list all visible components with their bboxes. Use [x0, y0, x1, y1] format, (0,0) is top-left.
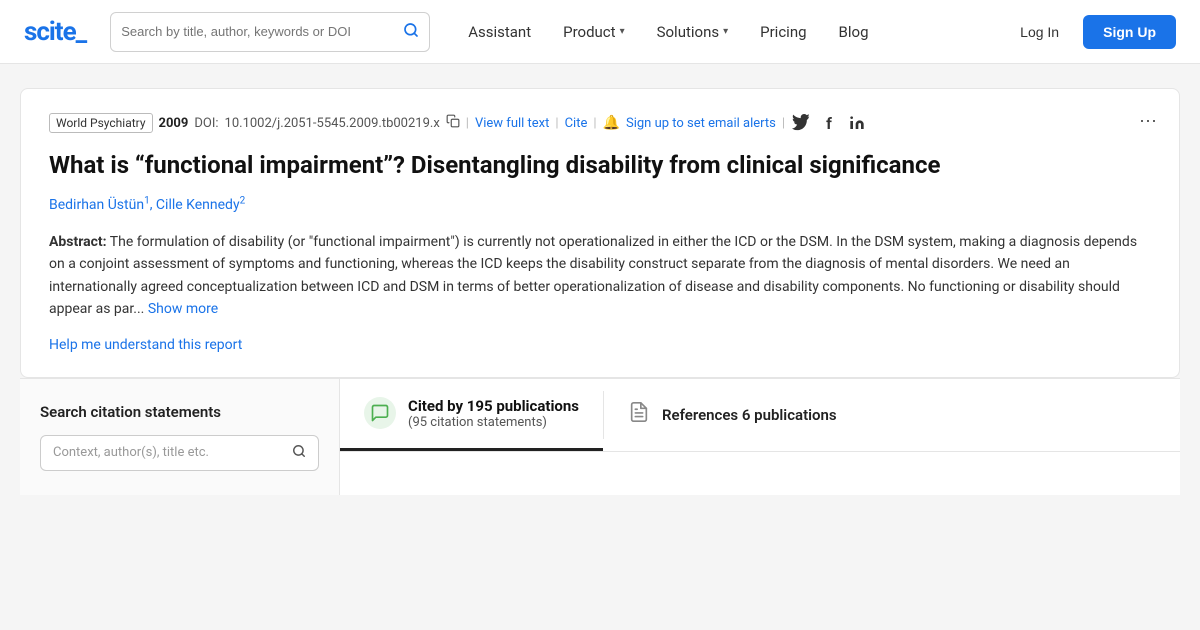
- citation-icon: [364, 397, 396, 429]
- linkedin-icon[interactable]: [847, 113, 867, 133]
- email-alerts-link[interactable]: Sign up to set email alerts: [626, 116, 776, 131]
- cite-link[interactable]: Cite: [565, 116, 588, 131]
- cited-by-tab-text: Cited by 195 publications (95 citation s…: [408, 397, 579, 430]
- chevron-down-icon: ▾: [723, 26, 728, 37]
- citations-panel: Cited by 195 publications (95 citation s…: [340, 379, 1180, 495]
- cited-by-label: Cited by 195 publications: [408, 397, 579, 415]
- nav-item-solutions[interactable]: Solutions ▾: [643, 15, 743, 49]
- tabs-row: Cited by 195 publications (95 citation s…: [340, 379, 1180, 452]
- social-links: f: [791, 113, 867, 133]
- navbar: scite_ Assistant Product ▾ Solutions ▾ P…: [0, 0, 1200, 64]
- more-options-button[interactable]: ⋯: [1139, 111, 1159, 132]
- search-input[interactable]: [121, 24, 399, 39]
- separator: |: [466, 116, 469, 131]
- article-card: ⋯ World Psychiatry 2009 DOI: 10.1002/j.2…: [20, 88, 1180, 378]
- copy-doi-icon[interactable]: [446, 114, 460, 132]
- abstract-label: Abstract:: [49, 234, 107, 250]
- help-link[interactable]: Help me understand this report: [49, 337, 242, 353]
- author-1[interactable]: Bedirhan Üstün1: [49, 197, 150, 213]
- separator: |: [555, 116, 558, 131]
- search-icon: [403, 22, 419, 42]
- author-2[interactable]: Cille Kennedy2: [156, 197, 245, 213]
- citation-search-input[interactable]: Context, author(s), title etc.: [40, 435, 319, 471]
- separator: |: [593, 116, 596, 131]
- chevron-down-icon: ▾: [620, 26, 625, 37]
- bell-icon: 🔔: [603, 115, 620, 131]
- twitter-icon[interactable]: [791, 113, 811, 133]
- bottom-section: Search citation statements Context, auth…: [20, 378, 1180, 495]
- nav-item-product[interactable]: Product ▾: [549, 15, 638, 49]
- abstract-text: Abstract: The formulation of disability …: [49, 231, 1151, 321]
- nav-item-pricing[interactable]: Pricing: [746, 15, 820, 49]
- article-doi: 10.1002/j.2051-5545.2009.tb00219.x: [225, 116, 440, 131]
- citation-search-sidebar: Search citation statements Context, auth…: [20, 379, 340, 495]
- article-doi-label: DOI:: [194, 116, 218, 131]
- article-title: What is “functional impairment”? Disenta…: [49, 149, 1151, 181]
- search-icon: [292, 444, 306, 462]
- article-authors[interactable]: Bedirhan Üstün1, Cille Kennedy2: [49, 195, 1151, 213]
- references-tab[interactable]: References 6 publications: [604, 379, 861, 451]
- citation-search-placeholder: Context, author(s), title etc.: [53, 445, 286, 460]
- sidebar-search-title: Search citation statements: [40, 403, 319, 421]
- signup-button[interactable]: Sign Up: [1083, 15, 1176, 49]
- nav-item-blog[interactable]: Blog: [825, 15, 883, 49]
- show-more-link[interactable]: Show more: [148, 301, 218, 317]
- cited-by-tab[interactable]: Cited by 195 publications (95 citation s…: [340, 379, 603, 451]
- facebook-icon[interactable]: f: [819, 113, 839, 133]
- view-full-text-link[interactable]: View full text: [475, 116, 549, 131]
- login-button[interactable]: Log In: [1004, 16, 1075, 48]
- site-logo[interactable]: scite_: [24, 17, 86, 47]
- references-icon: [628, 401, 650, 428]
- main-content: ⋯ World Psychiatry 2009 DOI: 10.1002/j.2…: [0, 64, 1200, 495]
- nav-actions: Log In Sign Up: [1004, 15, 1176, 49]
- search-bar[interactable]: [110, 12, 430, 52]
- cited-by-sublabel: (95 citation statements): [408, 415, 579, 430]
- article-meta: World Psychiatry 2009 DOI: 10.1002/j.205…: [49, 113, 1151, 133]
- separator: |: [782, 116, 785, 131]
- nav-links: Assistant Product ▾ Solutions ▾ Pricing …: [454, 15, 996, 49]
- nav-item-assistant[interactable]: Assistant: [454, 15, 545, 49]
- article-year: 2009: [159, 116, 189, 131]
- journal-tag: World Psychiatry: [49, 113, 153, 133]
- references-label: References 6 publications: [662, 406, 837, 424]
